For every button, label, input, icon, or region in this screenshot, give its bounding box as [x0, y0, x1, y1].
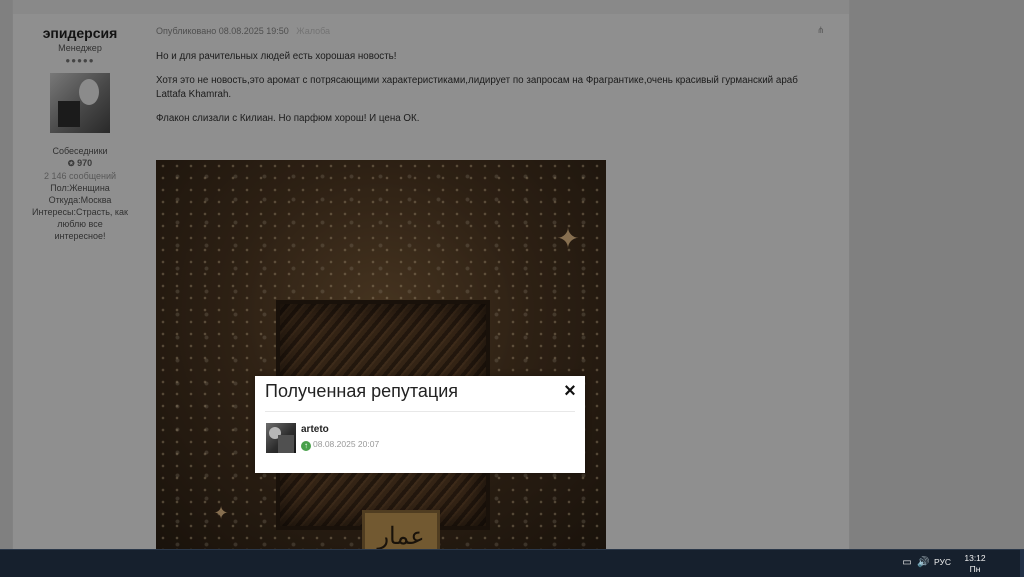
username-link[interactable]: arteto	[301, 424, 329, 435]
clock-date: Пн 11.08.25	[959, 564, 991, 577]
volume-icon[interactable]: 🔊	[917, 556, 929, 570]
language-indicator[interactable]: РУС	[934, 557, 951, 567]
show-desktop-button[interactable]	[1020, 550, 1024, 577]
system-clock[interactable]: 13:12 Пн 11.08.25	[953, 553, 997, 577]
modal-divider	[265, 411, 575, 412]
user-avatar[interactable]	[266, 423, 296, 453]
modal-title: Полученная репутация	[265, 381, 459, 401]
reputation-date: 08.08.2025 20:07	[313, 439, 380, 449]
reputation-item: arteto ↑ 08.08.2025 20:07	[266, 423, 516, 455]
network-icon[interactable]: ▭	[901, 556, 913, 570]
reputation-modal: Полученная репутация × arteto ↑ 08.08.202…	[255, 376, 585, 473]
reputation-date-row: ↑ 08.08.2025 20:07	[301, 439, 379, 451]
arrow-up-circle-icon: ↑	[301, 441, 311, 451]
windows-taskbar: ▭ 🔊 РУС 13:12 Пн 11.08.25	[0, 549, 1024, 577]
clock-time: 13:12	[964, 553, 986, 563]
close-icon[interactable]: ×	[562, 381, 578, 402]
